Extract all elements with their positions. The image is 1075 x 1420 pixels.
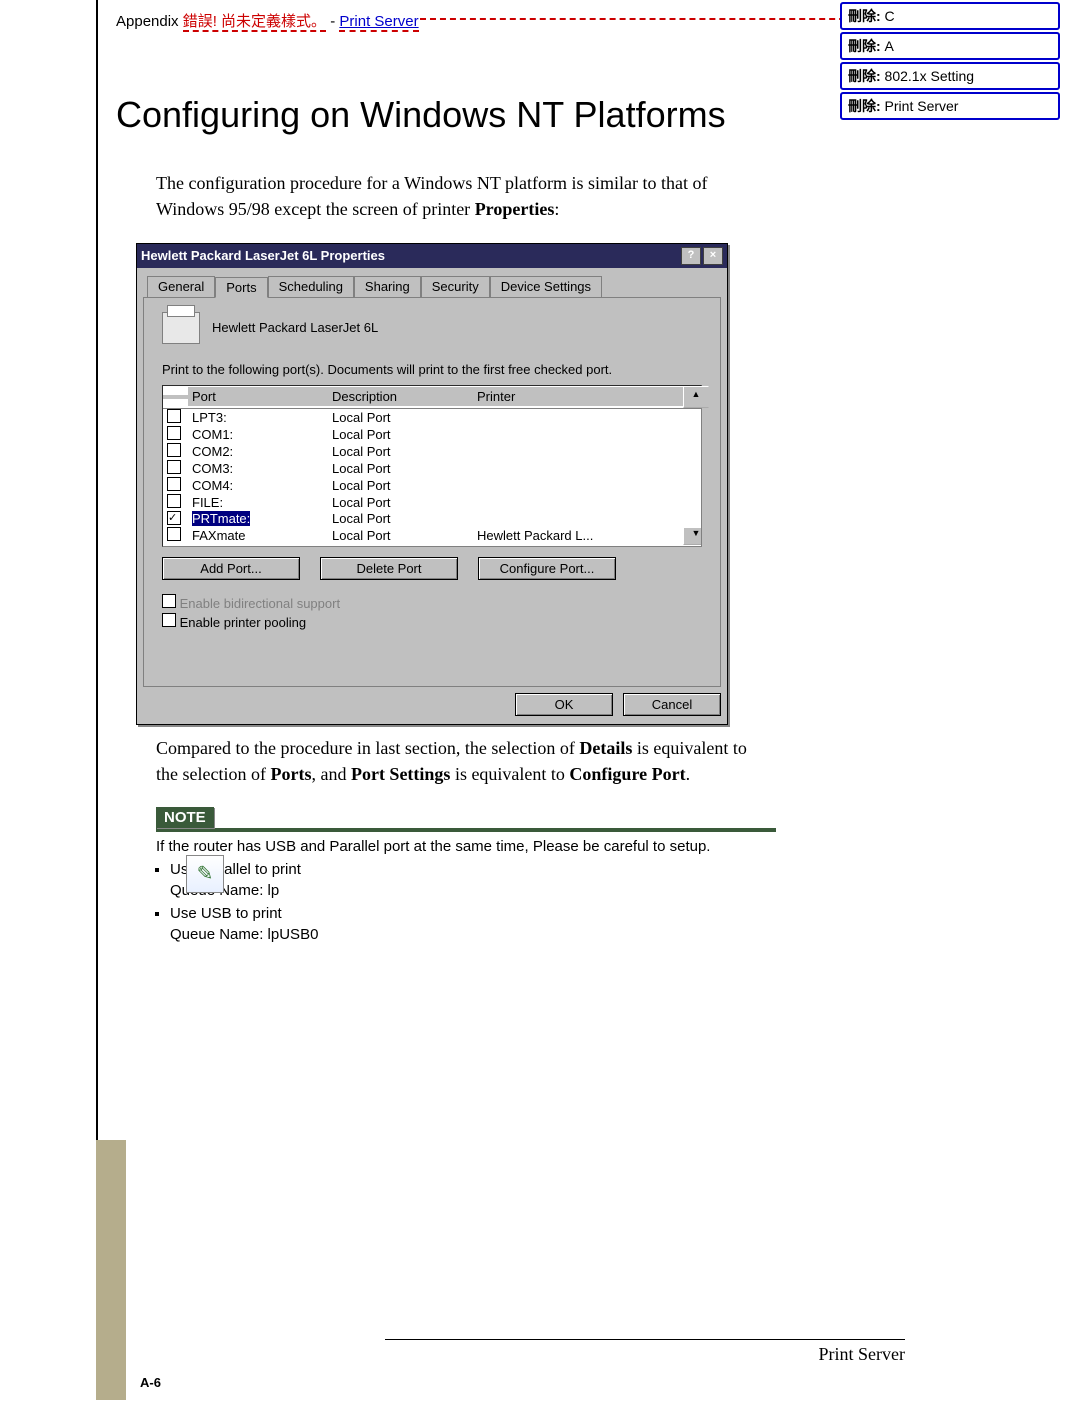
close-icon[interactable]: × [703,247,723,265]
checkbox-icon[interactable] [167,460,181,474]
properties-dialog: Hewlett Packard LaserJet 6L Properties ?… [136,243,728,725]
page-number: A-6 [140,1375,161,1390]
list-item: Use USB to print Queue Name: lpUSB0 [170,905,776,943]
tab-ports[interactable]: Ports [215,277,267,298]
note-block: NOTE If the router has USB and Parallel … [156,807,776,943]
add-port-button[interactable]: Add Port... [162,557,300,580]
note-list: Use Parallel to print Queue Name: lp Use… [170,861,776,943]
port-instruction: Print to the following port(s). Document… [162,362,702,377]
note-icon: ✎ [186,855,224,893]
pooling-label: Enable printer pooling [180,615,306,630]
printer-name: Hewlett Packard LaserJet 6L [212,320,378,335]
dialog-title: Hewlett Packard LaserJet 6L Properties [141,248,385,263]
running-footer: Print Server [385,1339,905,1365]
table-row: FAXmateLocal PortHewlett Packard L...▼ [163,527,701,545]
tab-sharing[interactable]: Sharing [354,276,421,297]
revision-balloons: 刪除: C 刪除: A 刪除: 802.1x Setting 刪除: Print… [840,2,1060,122]
note-text: If the router has USB and Parallel port … [156,838,776,855]
checkbox-icon[interactable] [167,426,181,440]
ok-button[interactable]: OK [515,693,613,716]
printer-icon [162,312,200,344]
table-row: COM1:Local Port [163,426,701,443]
scroll-down-icon[interactable]: ▼ [683,527,701,545]
balloon-2: 刪除: A [840,32,1060,60]
checkbox-icon[interactable] [167,443,181,457]
scroll-up-icon[interactable]: ▲ [683,386,709,408]
table-row: COM3:Local Port [163,460,701,477]
checkbox-icon[interactable] [167,477,181,491]
tab-body: Hewlett Packard LaserJet 6L Print to the… [143,297,721,687]
header-link: Print Server [339,13,418,32]
checkbox-icon[interactable] [167,511,181,525]
configure-port-button[interactable]: Configure Port... [478,557,616,580]
balloon-4: 刪除: Print Server [840,92,1060,120]
checkbox-icon[interactable] [162,594,176,608]
margin-block [96,1140,126,1400]
checkbox-icon[interactable] [167,494,181,508]
tab-security[interactable]: Security [421,276,490,297]
table-row: FILE:Local Port [163,494,701,511]
dialog-titlebar: Hewlett Packard LaserJet 6L Properties ?… [137,244,727,268]
note-rule [156,828,776,832]
tab-device-settings[interactable]: Device Settings [490,276,602,297]
table-row: PRTmate:Local Port [163,511,701,527]
table-row: COM2:Local Port [163,443,701,460]
page-content: Configuring on Windows NT Platforms The … [116,70,816,949]
table-row: LPT3:Local Port [163,409,701,426]
port-list[interactable]: Port Description Printer ▲ LPT3:Local Po… [162,385,702,547]
table-row: COM4:Local Port [163,477,701,494]
intro-paragraph: The configuration procedure for a Window… [156,170,756,222]
tab-scheduling[interactable]: Scheduling [268,276,354,297]
page-title: Configuring on Windows NT Platforms [116,90,816,140]
dialog-tabs: General Ports Scheduling Sharing Securit… [147,276,723,297]
header-dash: - [326,13,339,30]
delete-port-button[interactable]: Delete Port [320,557,458,580]
balloon-3: 刪除: 802.1x Setting [840,62,1060,90]
cancel-button[interactable]: Cancel [623,693,721,716]
list-item: Use Parallel to print Queue Name: lp [170,861,776,899]
checkbox-icon[interactable] [162,613,176,627]
header-error: 錯誤! 尚未定義樣式。 [183,13,326,32]
bidir-label: Enable bidirectional support [180,596,340,611]
note-label: NOTE [156,807,214,828]
port-list-header: Port Description Printer ▲ [163,386,701,409]
comparison-paragraph: Compared to the procedure in last sectio… [156,735,756,787]
tab-general[interactable]: General [147,276,215,297]
checkbox-icon[interactable] [167,527,181,541]
balloon-1: 刪除: C [840,2,1060,30]
help-icon[interactable]: ? [681,247,701,265]
running-header: Appendix 錯誤! 尚未定義樣式。 - Print Server [116,10,419,31]
checkbox-icon[interactable] [167,409,181,423]
header-prefix: Appendix [116,13,183,30]
port-rows: LPT3:Local Port COM1:Local Port COM2:Loc… [163,409,701,546]
